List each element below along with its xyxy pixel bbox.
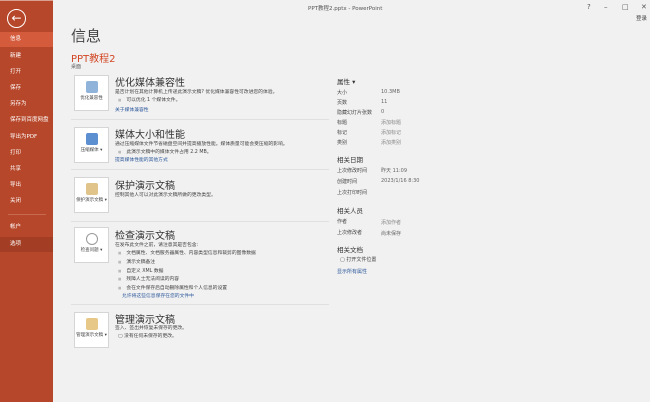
prop-key: 标题 (337, 120, 348, 126)
page-title: 信息 (71, 27, 102, 45)
date-value: 2023/1/16 8:30 (381, 178, 420, 184)
prop-value: 11 (381, 99, 388, 105)
related-dates-heading: 相关日期 (337, 156, 363, 164)
section-desc: 在发布此文件之前，请注意其是否包含: (115, 243, 199, 248)
prop-key: 类别 (337, 140, 348, 146)
no-unsaved-changes: ▢ 没有任何未保存的更改。 (118, 334, 177, 339)
allow-save-info-link[interactable]: 允许将这些信息保存在您的文件中 (122, 292, 194, 299)
window-title: PPT教程2.pptx - PowerPoint (308, 6, 383, 12)
close-button[interactable]: ✕ (641, 3, 647, 11)
button-label: 压缩媒体 ▾ (80, 148, 103, 153)
sidebar-divider (8, 214, 46, 215)
divider (71, 221, 329, 222)
add-tag-field[interactable]: 添加标记 (381, 129, 401, 136)
section-bullet: 自定义 XML 数据 (118, 267, 163, 274)
sign-in-link[interactable]: 登录 (636, 14, 647, 22)
prop-key: 隐藏幻灯片张数 (337, 110, 373, 116)
section-bullet: 残障人士无法阅读的内容 (118, 275, 179, 282)
media-compat-link[interactable]: 关于媒体兼容性 (115, 106, 149, 113)
divider (71, 304, 329, 305)
section-desc: 是否计划在其他计算机上传递此演示文稿? 优化媒体兼容性可改进您的体验。 (115, 90, 278, 95)
section-bullet: 此演示文稿中的媒体文件占用 2.2 MB。 (118, 148, 211, 155)
file-location[interactable]: 桌面 (71, 63, 81, 70)
prop-key: 标记 (337, 130, 348, 136)
no-unsaved-text: 没有任何未保存的更改。 (124, 334, 177, 339)
related-docs-heading: 相关文档 (337, 246, 363, 254)
optimize-compatibility-button[interactable]: 优化兼容性 (74, 75, 109, 111)
date-key: 上次打印时间 (337, 190, 368, 196)
date-value: 昨天 11:09 (381, 168, 407, 174)
manage-document-icon (85, 318, 98, 330)
compress-media-icon (85, 133, 98, 145)
sidebar-item-close[interactable]: 关闭 (0, 194, 53, 209)
sidebar-item-info[interactable]: 信息 (0, 32, 53, 47)
sidebar-item-options[interactable]: 选项 (0, 237, 53, 252)
person-key: 作者 (337, 219, 348, 225)
sidebar-item-new[interactable]: 新建 (0, 49, 53, 64)
related-people-heading: 相关人员 (337, 207, 363, 215)
sidebar-item-save-baidu[interactable]: 保存到百度网盘 (0, 113, 53, 128)
sidebar-item-save-as[interactable]: 另存为 (0, 97, 53, 112)
button-label: 优化兼容性 (80, 96, 103, 101)
section-title: 优化媒体兼容性 (115, 78, 185, 89)
prop-value: 0 (381, 109, 385, 115)
date-key: 创建时间 (337, 179, 358, 185)
minimize-button[interactable]: – (604, 3, 608, 11)
section-desc: 签入、签出并恢复未保存的更改。 (115, 326, 187, 331)
compress-media-button[interactable]: 压缩媒体 ▾ (74, 127, 109, 163)
add-category-field[interactable]: 添加类别 (381, 139, 401, 146)
person-key: 上次修改者 (337, 230, 363, 236)
open-file-location-link[interactable]: ▢ 打开文件位置 (340, 256, 376, 263)
prop-key: 页数 (337, 100, 348, 106)
add-author-field[interactable]: 添加作者 (381, 219, 401, 226)
manage-presentation-button[interactable]: 管理演示文稿 ▾ (74, 312, 109, 348)
sidebar-item-export[interactable]: 导出 (0, 178, 53, 193)
prop-key: 大小 (337, 90, 348, 96)
date-key: 上次修改时间 (337, 168, 368, 174)
maximize-button[interactable]: □ (622, 3, 629, 11)
sidebar-item-account[interactable]: 帐户 (0, 220, 53, 235)
sidebar-item-share[interactable]: 共享 (0, 162, 53, 177)
section-bullet: 可以优化 1 个媒体文件。 (118, 96, 180, 103)
title-bar: PPT教程2.pptx - PowerPoint ? – □ ✕ (53, 0, 650, 14)
show-all-properties-link[interactable]: 显示所有属性 (337, 268, 367, 275)
check-issues-button[interactable]: 检查问题 ▾ (74, 227, 109, 263)
section-bullet: 会在文件保存后自动删除属性和个人信息的设置 (118, 284, 227, 291)
button-label: 保护演示文稿 ▾ (76, 198, 107, 203)
sidebar-item-export-pdf[interactable]: 导出为PDF (0, 130, 53, 145)
sidebar-item-open[interactable]: 打开 (0, 65, 53, 80)
back-arrow-icon[interactable]: ← (7, 9, 26, 28)
sidebar-item-print[interactable]: 打印 (0, 146, 53, 161)
media-performance-link[interactable]: 提高媒体性能的其他方式 (115, 156, 168, 163)
section-title: 媒体大小和性能 (115, 130, 185, 141)
inspect-icon (85, 233, 98, 245)
prop-value: 10.3MB (381, 89, 400, 95)
divider (71, 169, 329, 170)
section-title: 保护演示文稿 (115, 181, 175, 192)
backstage-sidebar: ← 信息 新建 打开 保存 另存为 保存到百度网盘 导出为PDF 打印 共享 导… (0, 0, 53, 402)
sidebar-item-save[interactable]: 保存 (0, 81, 53, 96)
section-desc: 控制其他人可以对此演示文稿所做的更改类型。 (115, 193, 216, 198)
protect-presentation-button[interactable]: 保护演示文稿 ▾ (74, 177, 109, 213)
divider (71, 119, 329, 120)
help-button[interactable]: ? (587, 3, 591, 11)
section-title: 检查演示文稿 (115, 231, 175, 242)
section-desc: 通过压缩媒体文件节省磁盘空间并提高播放性能。媒体质量可能会受压缩的影响。 (115, 142, 288, 147)
media-compat-icon (85, 81, 98, 93)
section-bullet: 文档属性、文档服务器属性、内容类型信息和裁剪的图像数据 (118, 249, 256, 256)
add-title-field[interactable]: 添加标题 (381, 119, 401, 126)
properties-heading[interactable]: 属性 ▾ (337, 76, 355, 86)
button-label: 检查问题 ▾ (80, 248, 103, 253)
button-label: 管理演示文稿 ▾ (76, 333, 107, 338)
person-value: 尚未保存 (381, 231, 402, 237)
lock-icon (85, 183, 98, 195)
section-bullet: 演示文稿备注 (118, 258, 155, 265)
open-location-label: 打开文件位置 (346, 257, 377, 263)
